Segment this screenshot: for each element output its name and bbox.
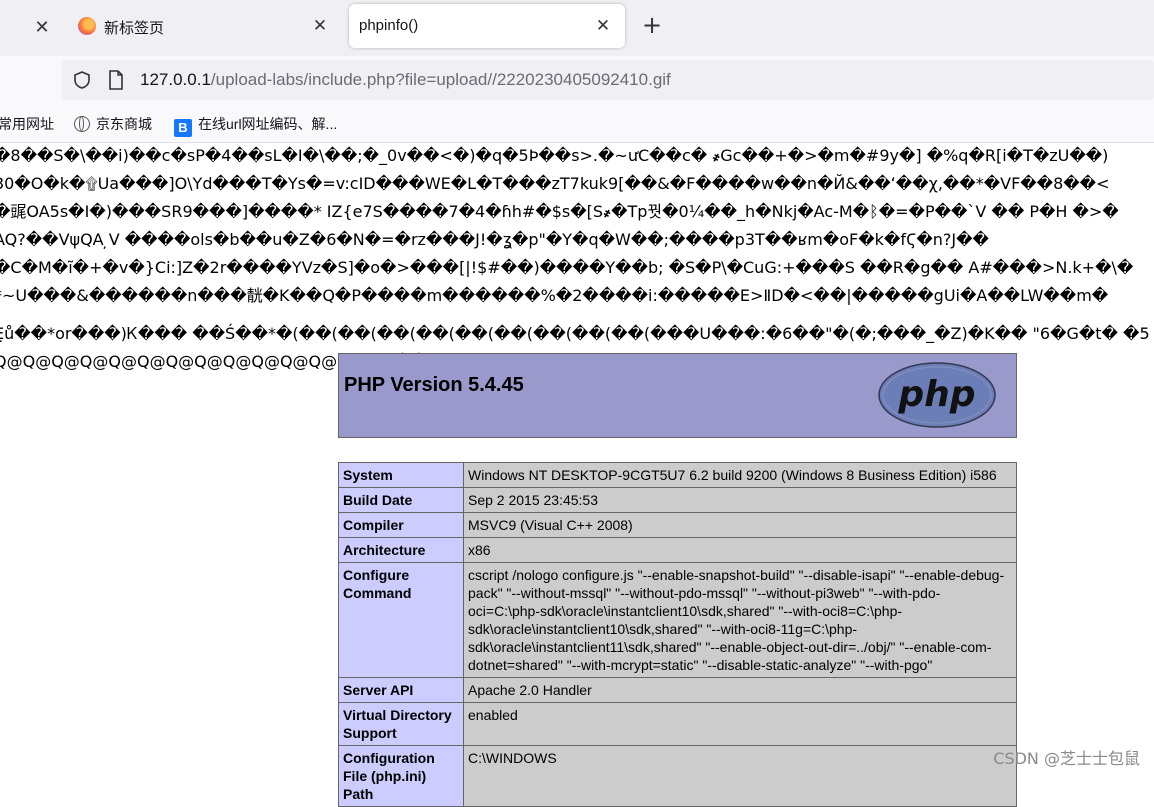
garbage-line: E̤ů��*or���)Ꮶ��� ��Ś��*�(��(��(��(��(��(…: [0, 324, 1150, 343]
info-key: Configuration File (php.ini) Path: [338, 745, 464, 807]
bookmark-label: 京东商城: [96, 116, 152, 132]
tab-close-icon[interactable]: ✕: [308, 14, 332, 38]
info-value: x86: [463, 537, 1017, 563]
table-row: Compiler MSVC9 (Visual C++ 2008): [338, 512, 1017, 538]
info-key: Build Date: [338, 487, 464, 513]
tab-title: phpinfo(): [359, 17, 419, 34]
tab-phpinfo[interactable]: phpinfo() ✕: [349, 4, 625, 48]
shield-icon[interactable]: [72, 70, 92, 90]
tab-close-icon[interactable]: ✕: [591, 14, 615, 38]
url-text[interactable]: 127.0.0.1/upload-labs/include.php?file=u…: [140, 70, 671, 90]
info-value: MSVC9 (Visual C++ 2008): [463, 512, 1017, 538]
navigation-bar: 127.0.0.1/upload-labs/include.php?file=u…: [0, 56, 1154, 104]
php-version-title: PHP Version 5.4.45: [344, 374, 524, 396]
table-row: Architecture x86: [338, 537, 1017, 563]
tab-bar: ✕ 新标签页 ✕ phpinfo() ✕ +: [0, 0, 1154, 56]
php-logo-icon[interactable]: php: [878, 362, 996, 428]
watermark: CSDN @芝士士包鼠: [993, 749, 1140, 768]
info-value: enabled: [463, 702, 1017, 746]
bookmark-common-sites[interactable]: 常用网址: [0, 114, 54, 134]
info-key: Architecture: [338, 537, 464, 563]
garbage-line: �䜸OA5s�I�)���SR9���]����* IZ{e7S����7�4�…: [0, 202, 1119, 221]
info-value: Sep 2 2015 23:45:53: [463, 487, 1017, 513]
b-logo-icon: B: [174, 119, 192, 137]
bookmark-url-encoder[interactable]: B 在线url网址编码、解...: [174, 114, 337, 137]
bookmark-jd[interactable]: 京东商城: [74, 114, 152, 134]
table-row: Virtual Directory Support enabled: [338, 702, 1017, 746]
firefox-icon: [78, 17, 96, 35]
tab-title: 新标签页: [104, 20, 165, 37]
garbage-line: �C�M�ĩ�+�v�}Ci:]Z�2r����YVz�S]�o�>���[|!…: [0, 258, 1134, 277]
info-key: Configure Command: [338, 562, 464, 678]
close-icon[interactable]: ✕: [30, 16, 54, 40]
url-path: /upload-labs/include.php?file=upload//22…: [210, 70, 671, 89]
info-value: Windows NT DESKTOP-9CGT5U7 6.2 build 920…: [463, 462, 1017, 488]
bookmark-label: 常用网址: [0, 116, 54, 132]
garbage-line: 30�O�k�۩Ua���]O\Yd���T�Ys�=v:cID���WE�L�…: [0, 174, 1110, 193]
table-row: Build Date Sep 2 2015 23:45:53: [338, 487, 1017, 513]
page-icon[interactable]: [108, 70, 124, 90]
garbage-line: �8��S�\��i)��c�sP�4��sL�I�\��;�_0v��<�)�…: [0, 146, 1109, 165]
php-version-header: PHP Version 5.4.45 php: [338, 353, 1017, 438]
address-bar[interactable]: 127.0.0.1/upload-labs/include.php?file=u…: [62, 60, 1154, 100]
info-key: Virtual Directory Support: [338, 702, 464, 746]
info-key: Compiler: [338, 512, 464, 538]
bookmarks-bar: 常用网址 京东商城 B 在线url网址编码、解...: [0, 104, 1154, 143]
garbage-line: AQ?��VψQA ̦V ����ols�b��u�Z�6�N�=�rz���J…: [0, 230, 989, 249]
garbage-line: [0, 310, 1154, 320]
bookmark-label: 在线url网址编码、解...: [198, 116, 338, 132]
new-tab-plus-icon[interactable]: +: [640, 13, 664, 38]
table-row: System Windows NT DESKTOP-9CGT5U7 6.2 bui…: [338, 462, 1017, 488]
info-key: System: [338, 462, 464, 488]
info-value: cscript /nologo configure.js "--enable-s…: [463, 562, 1017, 678]
info-value: C:\WINDOWS: [463, 745, 1017, 807]
table-row: Configure Command cscript /nologo configu…: [338, 562, 1017, 678]
binary-garbage-output: �8��S�\��i)��c�sP�4��sL�I�\��;�_0v��<�)�…: [0, 142, 1154, 376]
info-key: Server API: [338, 677, 464, 703]
url-host: 127.0.0.1: [140, 70, 211, 89]
globe-icon: [74, 116, 90, 132]
table-row: Configuration File (php.ini) Path C:\WIND…: [338, 745, 1017, 807]
garbage-line: *~U���&������n���靗�K��Q�P����m������%�2�…: [0, 286, 1109, 305]
phpinfo-table: System Windows NT DESKTOP-9CGT5U7 6.2 bui…: [338, 462, 1017, 807]
info-value: Apache 2.0 Handler: [463, 677, 1017, 703]
tab-new-tab[interactable]: 新标签页 ✕: [66, 4, 342, 48]
table-row: Server API Apache 2.0 Handler: [338, 677, 1017, 703]
svg-text:php: php: [897, 374, 975, 415]
